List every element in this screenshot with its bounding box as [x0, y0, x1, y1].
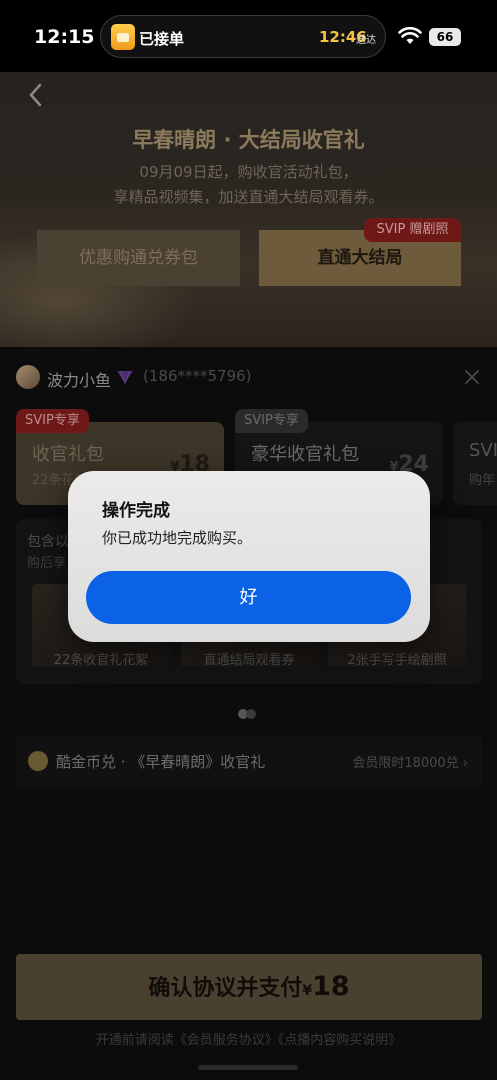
alert-message: 你已成功地完成购买。: [102, 529, 253, 547]
alert-ok-button[interactable]: 好: [86, 571, 411, 624]
carousel-dots: [238, 709, 260, 719]
purchase-sheet: 波力小鱼 (186****5796) SVIP专享 收官礼包 22条花絮 ¥18…: [0, 347, 497, 1080]
svip-gift-badge: SVIP 赠剧照: [364, 218, 461, 242]
package-subtitle: 购年: [469, 473, 496, 488]
gold-coin-icon: [28, 751, 48, 771]
promo-banner: 早春晴朗 · 大结局收官礼 09月09日起，购收官活动礼包， 享精品视频集，加送…: [0, 72, 497, 347]
coin-exchange-row[interactable]: 酷金币兑 · 《早春晴朗》收官礼 会员限时18000兑 ›: [16, 735, 482, 787]
pay-currency-symbol: ¥: [302, 983, 313, 999]
includes-subtitle: 购后享: [27, 556, 67, 571]
avatar: [16, 365, 40, 389]
purchase-complete-alert: 操作完成 你已成功地完成购买。 好: [68, 471, 430, 642]
confirm-pay-button[interactable]: 确认协议并支付¥18: [16, 954, 482, 1020]
banner-desc-line-2: 享精品视频集，加送直通大结局观看券。: [113, 188, 384, 206]
package-tag: SVIP专享: [235, 409, 308, 433]
include-item-label: 2张手写手绘剧照: [347, 653, 447, 668]
vip-diamond-icon: [117, 370, 133, 385]
close-icon[interactable]: [464, 369, 480, 385]
dynamic-island-delivery[interactable]: 已接单 12:46 送达: [100, 15, 386, 58]
package-name: 收官礼包: [32, 444, 104, 465]
banner-desc-line-1: 09月09日起，购收官活动礼包，: [139, 163, 358, 181]
user-name: 波力小鱼: [47, 371, 112, 390]
carousel-dot: [246, 709, 256, 719]
include-item-label: 22条收官礼花絮: [53, 653, 149, 668]
coin-exchange-price: 会员限时18000兑 ›: [352, 756, 468, 771]
pay-button-label: 确认协议并支付: [148, 976, 303, 1001]
alert-title: 操作完成: [102, 501, 170, 521]
island-status-text: 已接单: [139, 30, 185, 48]
includes-title: 包含以: [27, 534, 69, 550]
back-chevron-icon[interactable]: [26, 82, 46, 108]
user-phone: (186****5796): [143, 367, 252, 385]
delivery-box-icon: [111, 24, 135, 50]
package-name: 豪华收官礼包: [251, 444, 359, 465]
banner-title: 早春晴朗 · 大结局收官礼: [132, 128, 365, 152]
status-bar: 12:15 已接单 12:46 送达 66: [0, 0, 497, 72]
home-indicator: [198, 1065, 298, 1070]
pay-amount: 18: [312, 971, 350, 1002]
banner-description: 09月09日起，购收官活动礼包， 享精品视频集，加送直通大结局观看券。: [0, 160, 497, 210]
include-item-label: 直通结局观看券: [203, 653, 295, 668]
coupon-package-button[interactable]: 优惠购通兑券包: [37, 230, 240, 286]
package-card-partial[interactable]: SVI 购年: [453, 422, 497, 505]
status-time: 12:15: [34, 26, 95, 48]
wifi-icon: [398, 27, 422, 44]
agreement-links[interactable]: 开通前请阅读《会员服务协议》《点播内容购买说明》: [0, 1029, 497, 1048]
package-tag: SVIP专享: [16, 409, 89, 433]
island-eta-label: 送达: [356, 35, 376, 46]
package-name: SVI: [469, 440, 497, 461]
coin-exchange-label: 酷金币兑 · 《早春晴朗》收官礼: [56, 753, 266, 771]
battery-indicator: 66: [429, 28, 461, 46]
